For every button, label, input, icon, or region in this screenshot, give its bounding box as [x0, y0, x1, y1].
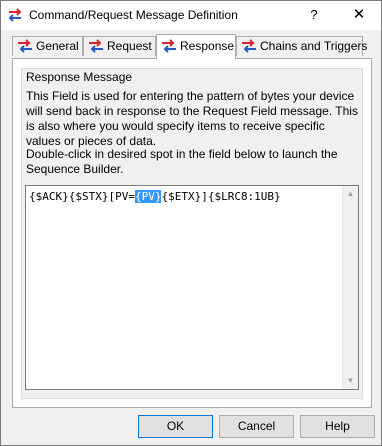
tab-general[interactable]: General: [12, 36, 83, 56]
arrows-icon: [18, 39, 32, 53]
arrows-icon: [242, 39, 256, 53]
arrows-icon: [89, 39, 103, 53]
scroll-down-arrow-icon[interactable]: ▼: [343, 373, 358, 389]
arrows-icon: [162, 39, 176, 53]
dialog-window: Command/Request Message Definition ? ✕ G…: [0, 0, 382, 446]
close-button[interactable]: ✕: [344, 4, 374, 26]
tab-chains-and-triggers[interactable]: Chains and Triggers: [236, 36, 367, 56]
group-title: Response Message: [26, 70, 133, 84]
tab-label: Chains and Triggers: [260, 39, 368, 53]
response-tab-panel: Response Message This Field is used for …: [12, 58, 372, 408]
description-text: This Field is used for entering the patt…: [26, 89, 358, 148]
instruction-text: Double-click in desired spot in the fiel…: [26, 147, 338, 176]
response-message-group: Response Message This Field is used for …: [21, 68, 363, 399]
tab-label: Response: [180, 39, 235, 53]
title-bar[interactable]: Command/Request Message Definition ? ✕: [1, 1, 381, 30]
response-message-field[interactable]: {$ACK}{$STX}[PV={PV}{$ETX}]{$LRC8:1UB} ▲…: [25, 185, 359, 390]
tab-label: Request: [107, 39, 152, 53]
vertical-scrollbar[interactable]: ▲ ▼: [342, 186, 358, 389]
ok-button[interactable]: OK: [138, 415, 213, 438]
scroll-up-arrow-icon[interactable]: ▲: [343, 186, 358, 202]
field-text-after: {$ETX}]{$LRC8:1UB}: [161, 190, 281, 203]
selected-token[interactable]: {PV}: [134, 190, 162, 203]
help-title-button[interactable]: ?: [301, 4, 327, 26]
cancel-button[interactable]: Cancel: [219, 415, 294, 438]
field-content[interactable]: {$ACK}{$STX}[PV={PV}{$ETX}]{$LRC8:1UB}: [29, 189, 281, 204]
tab-response[interactable]: Response: [156, 34, 236, 59]
tab-request[interactable]: Request: [83, 36, 156, 56]
tab-label: General: [36, 39, 79, 53]
app-arrows-icon: [8, 8, 22, 22]
help-button[interactable]: Help: [300, 415, 375, 438]
window-title: Command/Request Message Definition: [29, 8, 238, 22]
field-text-before: {$ACK}{$STX}[PV=: [29, 190, 135, 203]
